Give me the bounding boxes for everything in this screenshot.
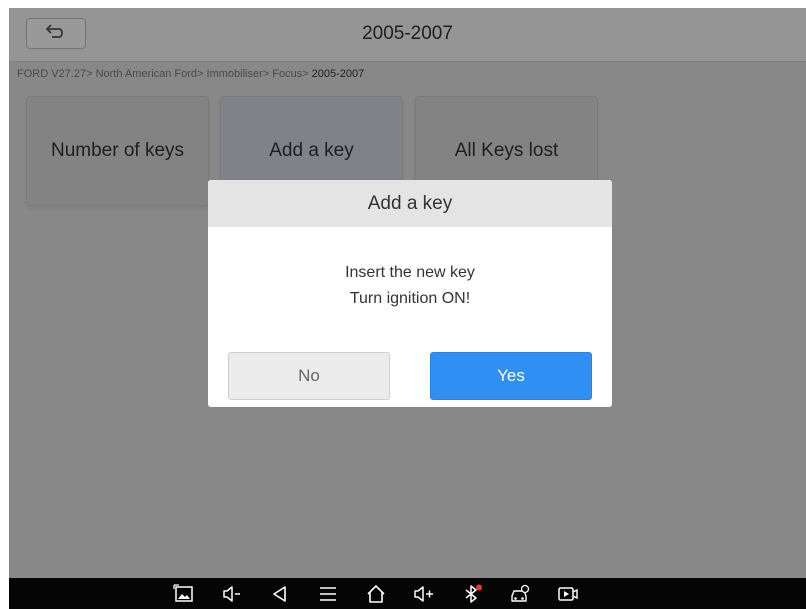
system-navbar [9, 578, 806, 609]
yes-button[interactable]: Yes [430, 352, 592, 400]
screen-record-icon[interactable] [556, 583, 580, 605]
app-screen: 2005-2007 FORD V27.27> North American Fo… [9, 8, 806, 578]
screenshot-icon[interactable] [172, 583, 196, 605]
vci-car-icon[interactable] [508, 583, 532, 605]
home-icon[interactable] [364, 583, 388, 605]
back-icon[interactable] [268, 583, 292, 605]
dialog-message: Insert the new key Turn ignition ON! [208, 260, 612, 312]
confirm-dialog: Add a key Insert the new key Turn igniti… [208, 180, 612, 407]
dialog-message-line1: Insert the new key [345, 264, 475, 281]
bluetooth-icon[interactable] [460, 583, 484, 605]
no-button[interactable]: No [228, 352, 390, 400]
volume-down-icon[interactable] [220, 583, 244, 605]
dialog-message-line2: Turn ignition ON! [349, 290, 471, 307]
menu-icon[interactable] [316, 583, 340, 605]
volume-up-icon[interactable] [412, 583, 436, 605]
dialog-title: Add a key [208, 180, 612, 227]
